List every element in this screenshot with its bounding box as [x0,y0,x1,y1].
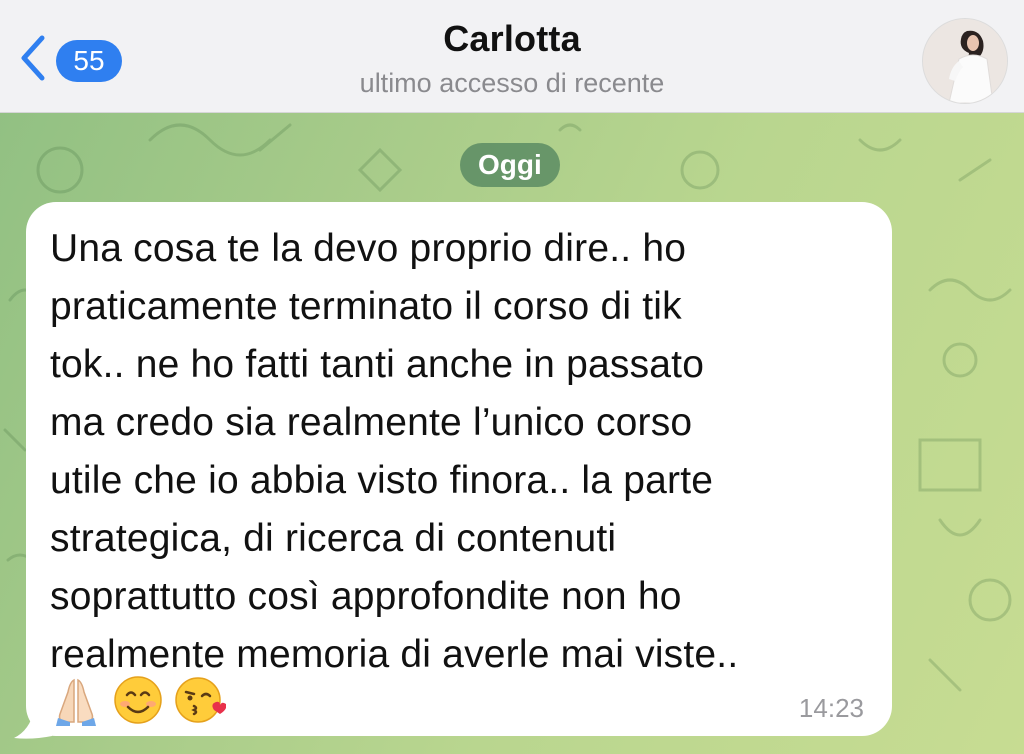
smiling-face-emoji [112,674,164,726]
contact-status: ultimo accesso di recente [359,68,665,98]
message-emoji-row [50,674,227,728]
avatar-image [923,19,1007,103]
chat-screen: 55 Carlotta ultimo accesso di recente Og… [0,0,1024,754]
contact-avatar[interactable] [922,18,1008,104]
contact-name[interactable]: Carlotta [0,18,1024,60]
folded-hands-emoji [50,674,102,726]
date-separator: Oggi [460,143,560,187]
kissing-face-emoji [174,674,227,726]
incoming-message-bubble[interactable]: Una cosa te la devo proprio dire.. ho pr… [26,202,892,736]
chat-header: 55 Carlotta ultimo accesso di recente [0,0,1024,113]
message-text: Una cosa te la devo proprio dire.. ho pr… [50,227,739,676]
message-timestamp: 14:23 [798,693,864,723]
